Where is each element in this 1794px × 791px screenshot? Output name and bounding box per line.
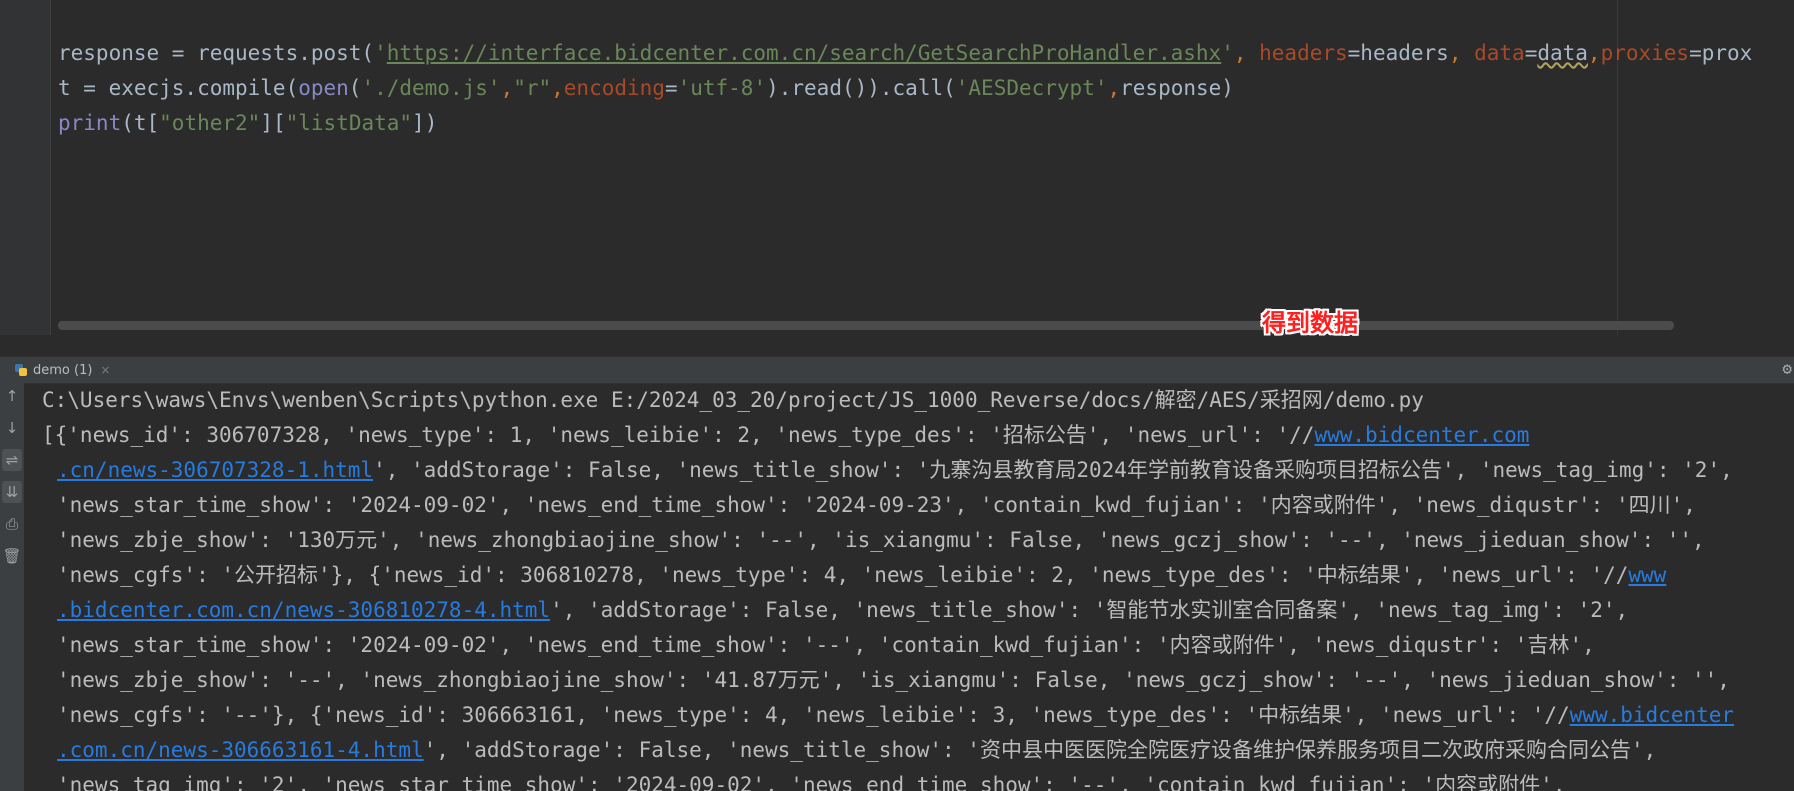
console-line: 'news_star_time_show': '2024-09-02', 'ne… bbox=[42, 628, 1794, 663]
code-token: = bbox=[1524, 41, 1538, 65]
code-token: ' bbox=[1221, 41, 1234, 65]
code-token: ' bbox=[374, 41, 387, 65]
code-token: , bbox=[1233, 41, 1260, 65]
code-token: print bbox=[58, 111, 122, 135]
code-line: print(t["other2"]["listData"]) bbox=[58, 106, 1752, 141]
code-token: data bbox=[1537, 41, 1588, 65]
run-panel-header: demo (1) × ⚙ bbox=[0, 356, 1794, 384]
console-text: 'news_tag_img': '2', 'news_star_time_sho… bbox=[57, 773, 1566, 791]
close-icon[interactable]: × bbox=[100, 363, 110, 377]
code-token: headers bbox=[1259, 41, 1348, 65]
url-link[interactable]: www bbox=[1628, 563, 1666, 587]
code-token: = bbox=[664, 76, 678, 100]
code-line: response = requests.post('https://interf… bbox=[58, 36, 1752, 71]
scroll-to-end-icon[interactable]: ⇊ bbox=[2, 481, 22, 503]
console-text: 'news_star_time_show': '2024-09-02', 'ne… bbox=[57, 633, 1595, 657]
console-text: ', 'addStorage': False, 'news_title_show… bbox=[423, 738, 1657, 762]
console-line: .cn/news-306707328-1.html', 'addStorage'… bbox=[42, 453, 1794, 488]
console-text: ', 'addStorage': False, 'news_title_show… bbox=[373, 458, 1733, 482]
code-token: , bbox=[551, 76, 564, 100]
code-token: (t[ bbox=[121, 111, 160, 135]
code-token: encoding bbox=[563, 76, 665, 100]
console-line: 'news_star_time_show': '2024-09-02', 'ne… bbox=[42, 488, 1794, 523]
down-arrow-icon[interactable]: ↓ bbox=[2, 417, 22, 439]
run-tab-label: demo (1) bbox=[33, 362, 93, 378]
code-token: data bbox=[1474, 41, 1525, 65]
code-token: , bbox=[1448, 41, 1475, 65]
console-line: [{'news_id': 306707328, 'news_type': 1, … bbox=[42, 418, 1794, 453]
console-text: C:\Users\waws\Envs\wenben\Scripts\python… bbox=[42, 388, 1424, 412]
code-token: 'utf-8' bbox=[677, 76, 767, 100]
code-token: proxies bbox=[1600, 41, 1690, 65]
run-tab[interactable]: demo (1) × bbox=[14, 357, 110, 383]
console-output[interactable]: C:\Users\waws\Envs\wenben\Scripts\python… bbox=[42, 383, 1794, 791]
code-token: ).read()).call( bbox=[766, 76, 956, 100]
gear-icon[interactable]: ⚙ bbox=[1782, 359, 1792, 378]
code-token: https://interface.bidcenter.com.cn/searc… bbox=[386, 41, 1222, 65]
annotation-label: 得到数据 bbox=[1262, 309, 1358, 337]
code-token: =headers bbox=[1347, 41, 1449, 65]
code-token: open bbox=[298, 76, 349, 100]
code-token: './demo.js' bbox=[361, 76, 501, 100]
code-token: response = requests.post( bbox=[58, 41, 375, 65]
code-token: 'AESDecrypt' bbox=[955, 76, 1108, 100]
horizontal-scrollbar[interactable] bbox=[58, 321, 1674, 330]
url-link[interactable]: www.bidcenter.com bbox=[1314, 423, 1529, 447]
code-token: "listData" bbox=[285, 111, 413, 135]
print-icon[interactable]: ⎙ bbox=[2, 513, 22, 535]
code-token: "other2" bbox=[159, 111, 261, 135]
url-link[interactable]: .com.cn/news-306663161-4.html bbox=[57, 738, 424, 762]
code-token: ( bbox=[348, 76, 362, 100]
code-token: ]) bbox=[412, 111, 438, 135]
console-text: 'news_cgfs': '--'}, {'news_id': 30666316… bbox=[57, 703, 1570, 727]
console-line: 'news_zbje_show': '130万元', 'news_zhongbi… bbox=[42, 523, 1794, 558]
code-editor[interactable]: response = requests.post('https://interf… bbox=[0, 0, 1794, 337]
python-icon bbox=[14, 363, 28, 377]
up-arrow-icon[interactable]: ↑ bbox=[2, 385, 22, 407]
code-token: ][ bbox=[260, 111, 286, 135]
code-token: , bbox=[1587, 41, 1601, 65]
console-line: 'news_cgfs': '公开招标'}, {'news_id': 306810… bbox=[42, 558, 1794, 593]
url-link[interactable]: .bidcenter.com.cn/news-306810278-4.html bbox=[57, 598, 550, 622]
code-token: =prox bbox=[1689, 41, 1753, 65]
code-area[interactable]: response = requests.post('https://interf… bbox=[58, 36, 1752, 141]
console-line: .bidcenter.com.cn/news-306810278-4.html'… bbox=[42, 593, 1794, 628]
console-line: 'news_zbje_show': '--', 'news_zhongbiaoj… bbox=[42, 663, 1794, 698]
soft-wrap-icon[interactable]: ⇌ bbox=[2, 449, 22, 471]
run-toolbar: ↑ ↓ ⇌ ⇊ ⎙ 🗑 bbox=[0, 383, 24, 791]
console-text: 'news_zbje_show': '130万元', 'news_zhongbi… bbox=[57, 528, 1705, 552]
code-token: response) bbox=[1120, 76, 1234, 100]
console-text: 'news_star_time_show': '2024-09-02', 'ne… bbox=[57, 493, 1696, 517]
code-token: t = execjs.compile( bbox=[58, 76, 299, 100]
trash-icon[interactable]: 🗑 bbox=[2, 545, 22, 567]
code-line: t = execjs.compile(open('./demo.js',"r",… bbox=[58, 71, 1752, 106]
url-link[interactable]: .cn/news-306707328-1.html bbox=[57, 458, 373, 482]
console-text: ', 'addStorage': False, 'news_title_show… bbox=[550, 598, 1629, 622]
console-line: 'news_tag_img': '2', 'news_star_time_sho… bbox=[42, 768, 1794, 791]
code-token: , bbox=[500, 76, 514, 100]
code-token: , bbox=[1107, 76, 1121, 100]
console-line: 'news_cgfs': '--'}, {'news_id': 30666316… bbox=[42, 698, 1794, 733]
url-link[interactable]: www.bidcenter bbox=[1570, 703, 1734, 727]
console-line: C:\Users\waws\Envs\wenben\Scripts\python… bbox=[42, 383, 1794, 418]
console-line: .com.cn/news-306663161-4.html', 'addStor… bbox=[42, 733, 1794, 768]
code-token: "r" bbox=[513, 76, 552, 100]
console-text: 'news_cgfs': '公开招标'}, {'news_id': 306810… bbox=[57, 563, 1629, 587]
console-text: [{'news_id': 306707328, 'news_type': 1, … bbox=[42, 423, 1315, 447]
editor-gutter bbox=[0, 0, 51, 335]
console-text: 'news_zbje_show': '--', 'news_zhongbiaoj… bbox=[57, 668, 1730, 692]
